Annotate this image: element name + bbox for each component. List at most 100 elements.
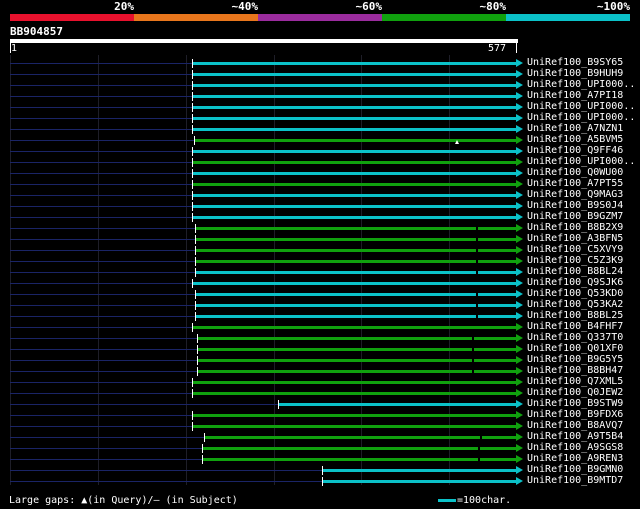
unaligned-region: [10, 217, 192, 218]
alignment-bar[interactable]: [195, 315, 516, 318]
query-gap-triangle-icon: [455, 140, 459, 144]
alignment-bar[interactable]: [192, 216, 516, 219]
alignment-bar[interactable]: [192, 128, 516, 131]
alignment-start-tick: [192, 180, 193, 189]
alignment-bar[interactable]: [195, 271, 516, 274]
alignment-end-arrow-icon: [516, 257, 523, 265]
unaligned-region: [10, 206, 192, 207]
unaligned-region: [10, 140, 194, 141]
hit-label[interactable]: UniRef100_B9MTD7: [527, 475, 637, 487]
unaligned-region: [10, 272, 195, 273]
hit-row[interactable]: UniRef100_B9MTD7: [0, 475, 640, 487]
subject-gap-mark: [476, 292, 478, 297]
alignment-bar[interactable]: [194, 139, 516, 142]
identity-scale-segment: [506, 14, 630, 21]
unaligned-region: [10, 415, 192, 416]
alignment-bar[interactable]: [195, 293, 516, 296]
alignment-bar[interactable]: [192, 282, 516, 285]
identity-scale-label: ~80%: [479, 0, 507, 13]
alignment-end-arrow-icon: [516, 301, 523, 309]
alignment-start-tick: [192, 125, 193, 134]
alignment-start-tick: [192, 279, 193, 288]
alignment-bar[interactable]: [197, 359, 516, 362]
alignment-bar[interactable]: [195, 238, 516, 241]
alignment-bar[interactable]: [192, 414, 516, 417]
alignment-bar[interactable]: [192, 392, 516, 395]
unaligned-region: [10, 393, 192, 394]
alignment-start-tick: [192, 191, 193, 200]
alignment-bar[interactable]: [192, 425, 516, 428]
alignment-end-arrow-icon: [516, 191, 523, 199]
alignment-end-arrow-icon: [516, 400, 523, 408]
unaligned-region: [10, 151, 192, 152]
alignment-start-tick: [192, 158, 193, 167]
alignment-bar[interactable]: [195, 304, 516, 307]
unaligned-region: [10, 448, 202, 449]
alignment-start-tick: [322, 477, 323, 486]
scale-bar: [438, 499, 456, 502]
alignment-bar[interactable]: [192, 183, 516, 186]
unaligned-region: [10, 316, 195, 317]
alignment-bar[interactable]: [278, 403, 516, 406]
alignment-bar[interactable]: [192, 172, 516, 175]
unaligned-region: [10, 184, 192, 185]
alignment-start-tick: [194, 136, 195, 145]
alignment-start-tick: [195, 301, 196, 310]
alignment-start-tick: [192, 411, 193, 420]
alignment-bar[interactable]: [192, 150, 516, 153]
alignment-bar[interactable]: [197, 337, 516, 340]
alignment-bar[interactable]: [322, 480, 516, 483]
alignment-bar[interactable]: [192, 205, 516, 208]
alignment-bar[interactable]: [192, 117, 516, 120]
subject-gap-mark: [476, 237, 478, 242]
alignment-end-arrow-icon: [516, 389, 523, 397]
identity-scale-segment: [382, 14, 506, 21]
alignment-start-tick: [197, 356, 198, 365]
alignment-bar[interactable]: [192, 161, 516, 164]
alignment-bar[interactable]: [195, 260, 516, 263]
subject-gap-mark: [476, 314, 478, 319]
alignment-start-tick: [202, 444, 203, 453]
alignment-end-arrow-icon: [516, 356, 523, 364]
alignment-start-tick: [195, 224, 196, 233]
identity-scale-label: ~40%: [231, 0, 259, 13]
alignment-start-tick: [192, 70, 193, 79]
alignment-bar[interactable]: [202, 458, 516, 461]
alignment-bar[interactable]: [192, 62, 516, 65]
alignment-bar[interactable]: [192, 73, 516, 76]
alignment-start-tick: [195, 268, 196, 277]
alignment-bar[interactable]: [192, 194, 516, 197]
alignment-end-arrow-icon: [516, 323, 523, 331]
unaligned-region: [10, 162, 192, 163]
alignment-bar[interactable]: [192, 95, 516, 98]
alignment-bar[interactable]: [192, 84, 516, 87]
unaligned-region: [10, 173, 192, 174]
subject-gap-mark: [478, 457, 480, 462]
alignment-start-tick: [192, 389, 193, 398]
alignment-bar[interactable]: [322, 469, 516, 472]
alignment-bar[interactable]: [204, 436, 516, 439]
subject-gap-mark: [476, 303, 478, 308]
unaligned-region: [10, 250, 195, 251]
alignment-end-arrow-icon: [516, 466, 523, 474]
alignment-end-arrow-icon: [516, 422, 523, 430]
unaligned-region: [10, 382, 192, 383]
unaligned-region: [10, 195, 192, 196]
alignment-bar[interactable]: [195, 227, 516, 230]
alignment-bar[interactable]: [197, 370, 516, 373]
alignment-end-arrow-icon: [516, 180, 523, 188]
alignment-bar[interactable]: [202, 447, 516, 450]
alignment-bar[interactable]: [195, 249, 516, 252]
alignment-bar[interactable]: [197, 348, 516, 351]
alignment-start-tick: [192, 202, 193, 211]
unaligned-region: [10, 294, 195, 295]
query-bar: [10, 39, 518, 43]
alignment-start-tick: [322, 466, 323, 475]
alignment-bar[interactable]: [192, 326, 516, 329]
alignment-end-arrow-icon: [516, 92, 523, 100]
alignment-start-tick: [197, 334, 198, 343]
alignment-bar[interactable]: [192, 381, 516, 384]
alignment-end-arrow-icon: [516, 334, 523, 342]
unaligned-region: [10, 261, 195, 262]
alignment-bar[interactable]: [192, 106, 516, 109]
